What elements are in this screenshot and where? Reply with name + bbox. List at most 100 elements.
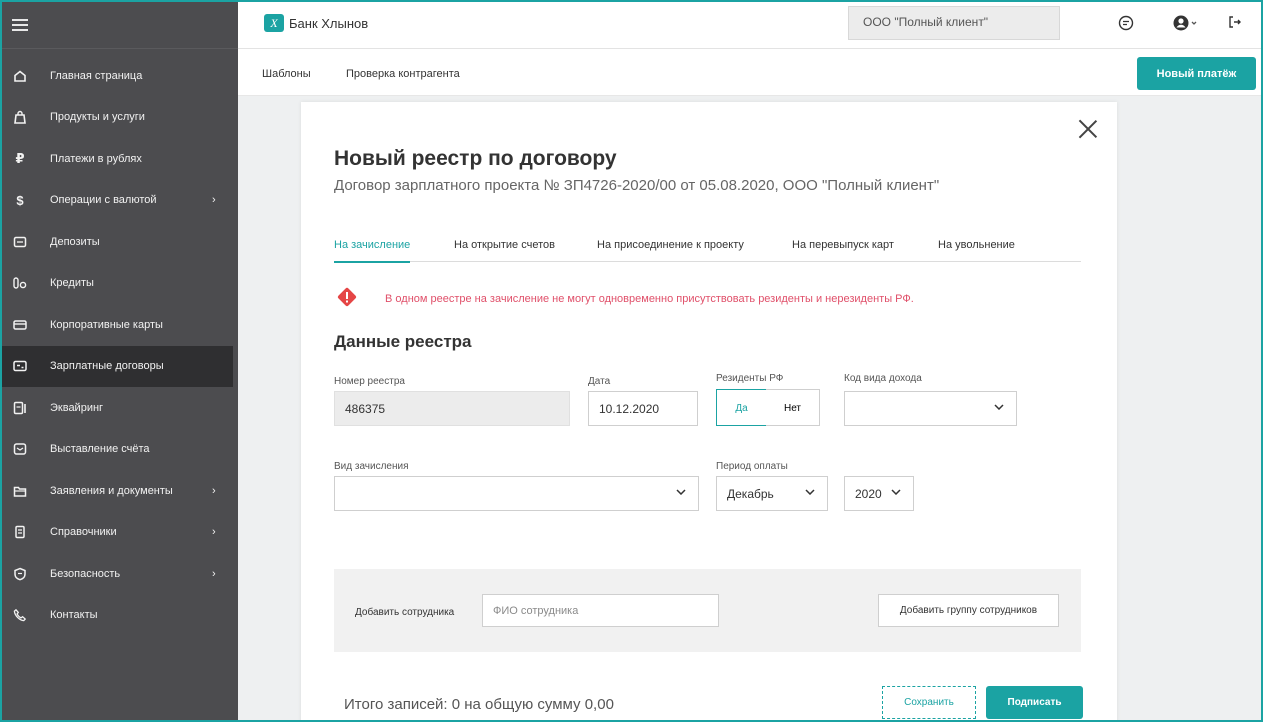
sidebar-item-corp-cards[interactable]: Корпоративные карты	[2, 304, 238, 346]
sidebar-item-label: Заявления и документы	[50, 484, 173, 497]
dollar-icon: $	[16, 192, 24, 208]
residents-label: Резиденты РФ	[716, 373, 784, 384]
sidebar-item-label: Операции с валютой	[50, 194, 157, 207]
modal-title: Новый реестр по договору	[334, 147, 617, 170]
tab-credit[interactable]: На зачисление	[334, 239, 411, 263]
ruble-icon: ₽	[15, 150, 25, 166]
sidebar-item-label: Контакты	[50, 609, 98, 622]
registry-number-label: Номер реестра	[334, 376, 405, 387]
chevron-down-icon	[994, 404, 1004, 410]
sidebar-item-label: Депозиты	[50, 235, 100, 248]
sidebar-item-label: Продукты и услуги	[50, 111, 145, 124]
tab-dismissal[interactable]: На увольнение	[938, 239, 1015, 263]
deposit-icon	[12, 234, 28, 250]
tab-reissue-cards[interactable]: На перевыпуск карт	[792, 239, 894, 263]
sidebar-item-label: Главная страница	[50, 69, 143, 82]
sidebar-item-contacts[interactable]: Контакты	[2, 595, 238, 637]
credit-type-select[interactable]	[334, 476, 699, 511]
home-icon	[12, 68, 28, 84]
bank-logo[interactable]: Х Банк Хлынов	[264, 14, 368, 32]
bank-logo-icon: Х	[264, 14, 284, 32]
save-button[interactable]: Сохранить	[882, 686, 976, 719]
sidebar-item-label: Кредиты	[50, 277, 94, 290]
sidebar-item-acquiring[interactable]: Эквайринг	[2, 387, 238, 429]
top-header: Х Банк Хлынов ООО "Полный клиент"	[238, 2, 1261, 49]
tab-join-project[interactable]: На присоединение к проекту	[597, 239, 744, 263]
phone-icon	[12, 607, 28, 623]
sidebar-top	[2, 2, 238, 49]
records-total: Итого записей: 0 на общую сумму 0,00	[344, 696, 614, 713]
add-employee-group-button[interactable]: Добавить группу сотрудников	[878, 594, 1059, 627]
pay-month-select[interactable]: Декабрь	[716, 476, 828, 511]
sidebar-item-label: Зарплатные договоры	[50, 360, 164, 373]
terminal-icon	[12, 400, 28, 416]
salary-icon	[12, 358, 28, 374]
sign-button[interactable]: Подписать	[986, 686, 1083, 719]
tab-open-accounts[interactable]: На открытие счетов	[454, 239, 555, 263]
employee-name-input[interactable]: ФИО сотрудника	[482, 594, 719, 627]
sidebar-item-label: Выставление счёта	[50, 443, 150, 456]
sidebar-item-deposits[interactable]: Депозиты	[2, 221, 238, 263]
shield-icon	[12, 566, 28, 582]
sidebar-item-products[interactable]: Продукты и услуги	[2, 97, 238, 139]
section-title-registry-data: Данные реестра	[334, 332, 472, 351]
pay-year-select[interactable]: 2020	[844, 476, 914, 511]
add-employee-label: Добавить сотрудника	[355, 607, 455, 618]
book-icon	[12, 524, 28, 540]
sidebar-item-security[interactable]: Безопасность ›	[2, 553, 238, 595]
chevron-down-icon	[676, 489, 686, 495]
bag-icon	[12, 109, 28, 125]
logout-icon[interactable]	[1228, 15, 1242, 32]
app-frame: Главная страница Продукты и услуги ₽ Пла…	[0, 0, 1263, 722]
modal-subtitle: Договор зарплатного проекта № ЗП4726-202…	[334, 177, 940, 194]
registry-number-field: 486375	[334, 391, 570, 426]
sidebar-item-currency[interactable]: $ Операции с валютой ›	[2, 180, 238, 222]
pay-period-label: Период оплаты	[716, 461, 788, 472]
sidebar: Главная страница Продукты и услуги ₽ Пла…	[2, 2, 238, 720]
bank-name: Банк Хлынов	[289, 15, 369, 31]
sidebar-item-invoice[interactable]: Выставление счёта	[2, 429, 238, 471]
pay-year-value: 2020	[855, 487, 882, 501]
income-code-label: Код вида дохода	[844, 373, 922, 384]
sub-navigation: Шаблоны Проверка контрагента Новый платё…	[238, 49, 1261, 96]
user-avatar-icon[interactable]	[1173, 15, 1197, 34]
check-counterparty-link[interactable]: Проверка контрагента	[346, 68, 460, 80]
sidebar-item-label: Эквайринг	[50, 401, 104, 414]
chat-icon[interactable]	[1118, 15, 1134, 34]
close-icon[interactable]	[1078, 119, 1098, 139]
chevron-right-icon: ›	[212, 194, 216, 207]
sidebar-item-label: Безопасность	[50, 567, 121, 580]
sidebar-item-label: Корпоративные карты	[50, 318, 163, 331]
residents-yes-toggle[interactable]: Да	[716, 389, 767, 426]
pay-month-value: Декабрь	[727, 487, 774, 501]
invoice-icon	[12, 441, 28, 457]
chevron-down-icon	[891, 489, 901, 495]
sidebar-item-documents[interactable]: Заявления и документы ›	[2, 470, 238, 512]
sidebar-item-salary[interactable]: Зарплатные договоры	[2, 345, 233, 387]
date-label: Дата	[588, 376, 611, 387]
add-employee-panel: Добавить сотрудника ФИО сотрудника Добав…	[334, 569, 1081, 652]
residents-no-toggle[interactable]: Нет	[766, 389, 820, 426]
sidebar-item-rub-payments[interactable]: ₽ Платежи в рублях	[2, 138, 238, 180]
chevron-right-icon: ›	[212, 526, 216, 539]
card-icon	[12, 317, 28, 333]
sidebar-list: Главная страница Продукты и услуги ₽ Пла…	[2, 49, 238, 636]
sidebar-item-home[interactable]: Главная страница	[2, 55, 238, 97]
registry-tabs: На зачисление На открытие счетов На прис…	[334, 237, 1081, 263]
templates-link[interactable]: Шаблоны	[262, 68, 311, 80]
folder-icon	[12, 483, 28, 499]
chevron-down-icon	[805, 489, 815, 495]
income-code-select[interactable]	[844, 391, 1017, 426]
credit-type-label: Вид зачисления	[334, 461, 409, 472]
sidebar-item-credits[interactable]: Кредиты	[2, 263, 238, 305]
sidebar-item-label: Справочники	[50, 526, 117, 539]
chevron-right-icon: ›	[212, 567, 216, 580]
date-field[interactable]: 10.12.2020	[588, 391, 698, 426]
warning-message: В одном реестре на зачисление не могут о…	[385, 293, 914, 305]
new-payment-button[interactable]: Новый платёж	[1137, 57, 1256, 90]
client-selector[interactable]: ООО "Полный клиент"	[848, 6, 1060, 40]
menu-icon[interactable]	[12, 19, 28, 31]
sidebar-item-references[interactable]: Справочники ›	[2, 512, 238, 554]
chevron-right-icon: ›	[212, 484, 216, 497]
warning-icon	[337, 287, 357, 307]
